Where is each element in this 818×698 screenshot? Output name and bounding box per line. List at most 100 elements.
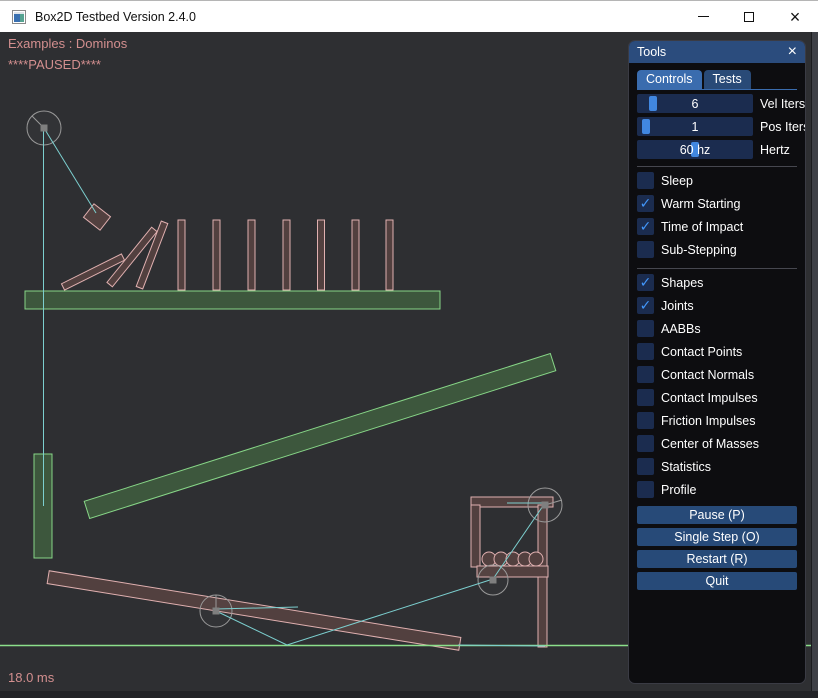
checkbox-sleep[interactable]: [637, 172, 654, 189]
simulation-canvas[interactable]: Examples : Dominos ****PAUSED**** 18.0 m…: [0, 32, 818, 698]
slider-row-hertz: 60 hz Hertz: [637, 140, 797, 159]
app-icon-right-pane: [20, 14, 24, 22]
slider-group: 6Vel Iters 1Pos Iters 60 hz Hertz: [637, 94, 797, 159]
joint-line: [44, 128, 96, 213]
window-bottom-edge: [0, 691, 818, 698]
slider-value: 60 hz: [637, 140, 753, 159]
slider-value: 6: [637, 94, 753, 113]
button-single-step-o[interactable]: Single Step (O): [637, 528, 797, 546]
pendulum-bob[interactable]: [83, 204, 110, 230]
checkbox-row-joints[interactable]: ✓ Joints: [637, 294, 797, 317]
maximize-icon: [744, 12, 754, 22]
minimize-button[interactable]: [680, 1, 726, 32]
slider-pos-iters[interactable]: 1: [637, 117, 753, 136]
checkbox-label: Statistics: [661, 460, 711, 474]
slider-value: 1: [637, 117, 753, 136]
standing-domino[interactable]: [318, 220, 325, 290]
tools-panel-body: ControlsTests 6Vel Iters1Pos Iters60 hzH…: [629, 63, 805, 590]
tab-controls[interactable]: Controls: [637, 70, 702, 89]
checkbox-row-contact-points[interactable]: Contact Points: [637, 340, 797, 363]
checkbox-row-sub-stepping[interactable]: Sub-Stepping: [637, 238, 797, 261]
tab-tests[interactable]: Tests: [704, 70, 751, 89]
checkbox-row-center-of-masses[interactable]: Center of Masses: [637, 432, 797, 455]
close-icon: ×: [790, 12, 801, 22]
circle-bodies[interactable]: [27, 111, 562, 627]
ramp-plank: [84, 353, 556, 518]
standing-domino[interactable]: [352, 220, 359, 290]
app-window: Box2D Testbed Version 2.4.0 ×: [0, 0, 818, 698]
frame-left-leg[interactable]: [471, 505, 480, 567]
app-icon: [12, 10, 26, 24]
draw-checkbox-group: ✓Shapes✓JointsAABBsContact PointsContact…: [637, 271, 797, 501]
checkbox-contact-normals[interactable]: [637, 366, 654, 383]
checkbox-row-aabbs[interactable]: AABBs: [637, 317, 797, 340]
example-label: Examples : Dominos: [8, 36, 127, 51]
joint-anchor: [213, 608, 220, 615]
checkbox-statistics[interactable]: [637, 458, 654, 475]
checkbox-row-contact-normals[interactable]: Contact Normals: [637, 363, 797, 386]
slider-label: Vel Iters: [760, 97, 805, 111]
checkbox-row-statistics[interactable]: Statistics: [637, 455, 797, 478]
solver-checkbox-group: Sleep ✓ Warm Starting ✓ Time of Impact Sub-St…: [637, 169, 797, 261]
standing-domino[interactable]: [248, 220, 255, 290]
window-controls: ×: [680, 1, 818, 32]
checkbox-label: Profile: [661, 483, 696, 497]
checkbox-row-profile[interactable]: Profile: [637, 478, 797, 501]
slider-vel-iters[interactable]: 6: [637, 94, 753, 113]
checkbox-contact-points[interactable]: [637, 343, 654, 360]
window-title: Box2D Testbed Version 2.4.0: [35, 10, 196, 24]
checkbox-row-friction-impulses[interactable]: Friction Impulses: [637, 409, 797, 432]
slider-row-pos-iters: 1Pos Iters: [637, 117, 797, 136]
checkbox-row-shapes[interactable]: ✓Shapes: [637, 271, 797, 294]
checkbox-label: AABBs: [661, 322, 701, 336]
minimize-icon: [698, 16, 709, 17]
checkbox-contact-impulses[interactable]: [637, 389, 654, 406]
button-quit[interactable]: Quit: [637, 572, 797, 590]
slider-label: Hertz: [760, 143, 790, 157]
domino-platform: [25, 291, 440, 309]
checkbox-label: Center of Masses: [661, 437, 759, 451]
checkbox-joints[interactable]: ✓: [637, 297, 654, 314]
checkbox-time-of-impact[interactable]: ✓: [637, 218, 654, 235]
button-restart-r[interactable]: Restart (R): [637, 550, 797, 568]
checkbox-label: Contact Points: [661, 345, 742, 359]
frame-time-label: 18.0 ms: [8, 670, 54, 685]
joint-anchor: [542, 502, 549, 509]
window-right-edge: [811, 32, 818, 698]
tools-panel-titlebar[interactable]: Tools ×: [629, 41, 805, 63]
checkbox-row-time-of-impact[interactable]: ✓ Time of Impact: [637, 215, 797, 238]
checkbox-row-contact-impulses[interactable]: Contact Impulses: [637, 386, 797, 409]
checkbox-friction-impulses[interactable]: [637, 412, 654, 429]
checkbox-row-sleep[interactable]: Sleep: [637, 169, 797, 192]
seesaw-plank[interactable]: [47, 571, 461, 651]
checkbox-aabbs[interactable]: [637, 320, 654, 337]
button-pause-p[interactable]: Pause (P): [637, 506, 797, 524]
ball[interactable]: [529, 552, 543, 566]
tools-close-icon[interactable]: ×: [788, 46, 797, 58]
slider-row-vel-iters: 6Vel Iters: [637, 94, 797, 113]
checkbox-sub-stepping[interactable]: [637, 241, 654, 258]
checkbox-warm-starting[interactable]: ✓: [637, 195, 654, 212]
paused-label: ****PAUSED****: [8, 57, 101, 72]
checkbox-label: Time of Impact: [661, 220, 743, 234]
close-button[interactable]: ×: [772, 1, 818, 32]
standing-domino[interactable]: [386, 220, 393, 290]
dynamic-bodies[interactable]: [47, 204, 553, 650]
button-group: Pause (P) Single Step (O) Restart (R) Quit: [637, 506, 797, 590]
standing-domino[interactable]: [213, 220, 220, 290]
checkbox-profile[interactable]: [637, 481, 654, 498]
standing-domino[interactable]: [283, 220, 290, 290]
slider-hertz[interactable]: 60 hz: [637, 140, 753, 159]
window-titlebar: Box2D Testbed Version 2.4.0 ×: [0, 0, 818, 32]
checkbox-label: Sleep: [661, 174, 693, 188]
checkbox-shapes[interactable]: ✓: [637, 274, 654, 291]
joint-anchor: [490, 577, 497, 584]
checkbox-row-warm-starting[interactable]: ✓ Warm Starting: [637, 192, 797, 215]
maximize-button[interactable]: [726, 1, 772, 32]
checkbox-label: Warm Starting: [661, 197, 740, 211]
slider-label: Pos Iters: [760, 120, 806, 134]
tools-panel-title: Tools: [637, 45, 666, 59]
checkbox-label: Joints: [661, 299, 694, 313]
standing-domino[interactable]: [178, 220, 185, 290]
checkbox-center-of-masses[interactable]: [637, 435, 654, 452]
